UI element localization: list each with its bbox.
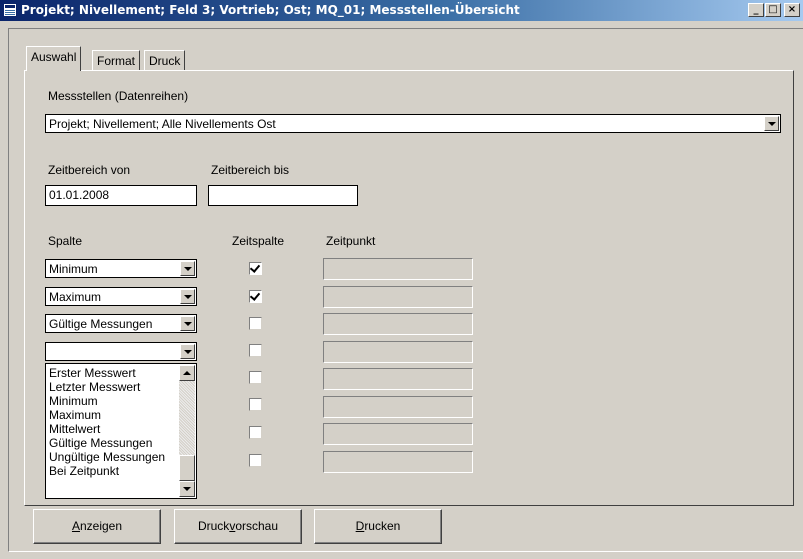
scroll-thumb[interactable] bbox=[179, 455, 195, 481]
close-button[interactable]: × bbox=[784, 3, 800, 17]
tab-auswahl-label: Auswahl bbox=[31, 50, 77, 64]
dropdown-items: Erster Messwert Letzter Messwert Minimum… bbox=[49, 366, 176, 478]
zeitspalte-checkbox-5[interactable] bbox=[249, 371, 262, 384]
messstellen-label: Messstellen (Datenreihen) bbox=[48, 89, 189, 103]
zeitbereich-von-field[interactable]: 01.01.2008 bbox=[45, 185, 197, 206]
drucken-post: rucken bbox=[364, 519, 401, 533]
chevron-down-icon[interactable] bbox=[764, 116, 779, 131]
form-icon bbox=[3, 3, 17, 17]
zeitspalte-checkbox-1[interactable] bbox=[249, 262, 262, 275]
spalte-combo-2[interactable]: Maximum bbox=[45, 287, 197, 306]
zeitpunkt-field-5[interactable] bbox=[323, 368, 473, 390]
minimize-button[interactable]: _ bbox=[748, 3, 764, 17]
zeitspalte-checkbox-2[interactable] bbox=[249, 290, 262, 303]
scroll-up-icon[interactable] bbox=[179, 365, 195, 381]
drucken-accel: D bbox=[355, 519, 365, 533]
list-item[interactable]: Erster Messwert bbox=[49, 366, 176, 380]
list-item[interactable]: Mittelwert bbox=[49, 422, 176, 436]
zeitpunkt-field-7[interactable] bbox=[323, 423, 473, 445]
druckvorschau-pre: Druck bbox=[197, 519, 230, 533]
spalte-combo-4[interactable] bbox=[45, 342, 197, 361]
zeitpunkt-field-6[interactable] bbox=[323, 396, 473, 418]
tab-format-label: Format bbox=[97, 54, 136, 68]
anzeigen-accel: A bbox=[71, 519, 80, 533]
zeitbereich-bis-label: Zeitbereich bis bbox=[211, 163, 290, 177]
title-bar[interactable]: Projekt; Nivellement; Feld 3; Vortrieb; … bbox=[0, 0, 803, 21]
list-item[interactable]: Minimum bbox=[49, 394, 176, 408]
spalte-combo-3[interactable]: Gültige Messungen bbox=[45, 314, 197, 333]
scroll-down-icon[interactable] bbox=[179, 481, 195, 497]
druckvorschau-button[interactable]: Druckvorschau bbox=[174, 509, 302, 544]
zeitpunkt-header: Zeitpunkt bbox=[326, 234, 376, 248]
list-item[interactable]: Ungültige Messungen bbox=[49, 450, 176, 464]
zeitspalte-checkbox-6[interactable] bbox=[249, 398, 262, 411]
zeitspalte-checkbox-8[interactable] bbox=[249, 454, 262, 467]
zeitbereich-von-label: Zeitbereich von bbox=[48, 163, 131, 177]
spalte-combo-1[interactable]: Minimum bbox=[45, 259, 197, 278]
drucken-button[interactable]: Drucken bbox=[314, 509, 442, 544]
maximize-button[interactable]: □ bbox=[765, 3, 781, 17]
chevron-down-icon[interactable] bbox=[180, 316, 195, 331]
list-scrollbar[interactable] bbox=[179, 365, 195, 497]
zeitpunkt-field-2[interactable] bbox=[323, 286, 473, 308]
zeitspalte-checkbox-3[interactable] bbox=[249, 317, 262, 330]
list-item[interactable]: Maximum bbox=[49, 408, 176, 422]
tab-druck-label: Druck bbox=[149, 54, 181, 68]
spalte-value-1: Minimum bbox=[49, 262, 98, 276]
zeitbereich-bis-field[interactable] bbox=[208, 185, 358, 206]
zeitpunkt-field-8[interactable] bbox=[323, 451, 473, 473]
druckvorschau-post: orschau bbox=[235, 519, 279, 533]
messstellen-combo[interactable]: Projekt; Nivellement; Alle Nivellements … bbox=[45, 114, 781, 133]
chevron-down-icon[interactable] bbox=[180, 289, 195, 304]
spalte-value-2: Maximum bbox=[49, 290, 102, 304]
tab-format[interactable]: Format bbox=[92, 50, 141, 70]
anzeigen-button[interactable]: Anzeigen bbox=[33, 509, 161, 544]
zeitspalte-checkbox-7[interactable] bbox=[249, 426, 262, 439]
chevron-down-icon[interactable] bbox=[180, 344, 195, 359]
list-item[interactable]: Gültige Messungen bbox=[49, 436, 176, 450]
messstellen-value: Projekt; Nivellement; Alle Nivellements … bbox=[49, 117, 276, 131]
zeitpunkt-field-4[interactable] bbox=[323, 341, 473, 363]
anzeigen-post: nzeigen bbox=[79, 519, 123, 533]
spalte-header: Spalte bbox=[48, 234, 83, 248]
chevron-down-icon[interactable] bbox=[180, 261, 195, 276]
window-title: Projekt; Nivellement; Feld 3; Vortrieb; … bbox=[21, 3, 520, 17]
spalte-dropdown-list[interactable]: Erster Messwert Letzter Messwert Minimum… bbox=[45, 363, 197, 499]
zeitspalte-checkbox-4[interactable] bbox=[249, 344, 262, 357]
tab-auswahl[interactable]: Auswahl bbox=[26, 46, 82, 71]
list-item[interactable]: Bei Zeitpunkt bbox=[49, 464, 176, 478]
list-item[interactable]: Letzter Messwert bbox=[49, 380, 176, 394]
zeitspalte-header: Zeitspalte bbox=[232, 234, 285, 248]
tab-druck[interactable]: Druck bbox=[144, 50, 186, 70]
spalte-value-3: Gültige Messungen bbox=[49, 317, 153, 331]
zeitpunkt-field-3[interactable] bbox=[323, 313, 473, 335]
zeitpunkt-field-1[interactable] bbox=[323, 258, 473, 280]
